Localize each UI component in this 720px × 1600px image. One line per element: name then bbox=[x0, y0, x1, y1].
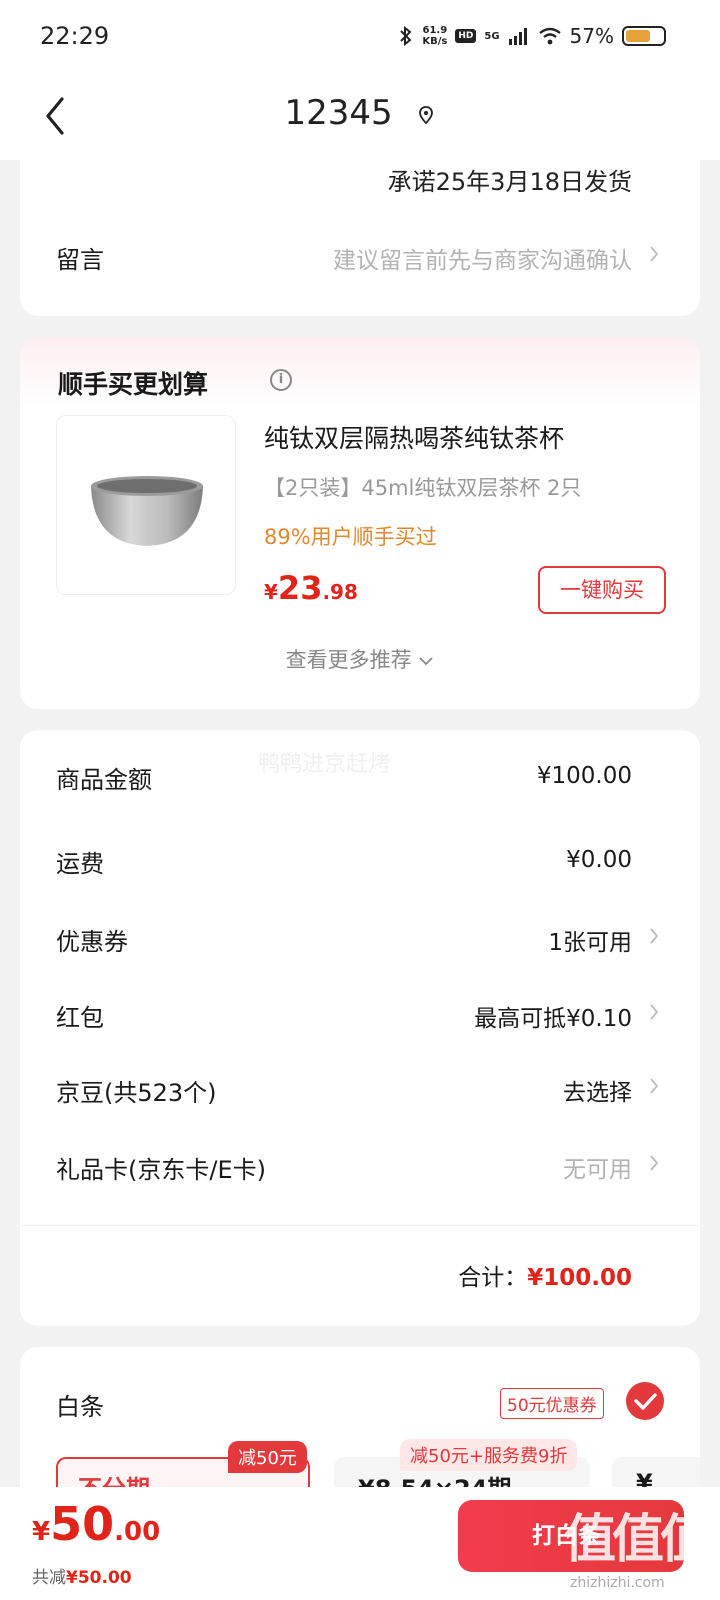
status-time: 22:29 bbox=[40, 22, 110, 50]
red-packet-value: 最高可抵¥0.10 bbox=[474, 1006, 632, 1032]
network-type: 5G bbox=[484, 30, 500, 42]
more-recommend-link[interactable]: 查看更多推荐 bbox=[20, 644, 700, 674]
bluetooth-icon bbox=[400, 25, 412, 47]
saving-value: ¥50.00 bbox=[66, 1568, 132, 1588]
signal-icon bbox=[508, 28, 527, 45]
baitiao-card: 白条 50元优惠券 减50元 不分期 减50元+服务费9折 ¥8.54×24期 … bbox=[20, 1347, 700, 1507]
pay-currency: ¥ bbox=[32, 1517, 51, 1547]
pay-decimal: .00 bbox=[114, 1517, 161, 1547]
shipping-value: ¥0.00 bbox=[566, 847, 632, 873]
watermark-logo: 值值值 bbox=[564, 1510, 712, 1570]
goods-amount-value: ¥100.00 bbox=[536, 763, 632, 789]
price-integer: 23 bbox=[277, 569, 323, 607]
watermark: 鸭鸭进京赶烤 bbox=[258, 752, 391, 777]
more-recommend-label: 查看更多推荐 bbox=[285, 648, 412, 672]
product-spec: 【2只装】45ml纯钛双层茶杯 2只 bbox=[264, 476, 582, 500]
price-summary-card: 鸭鸭进京赶烤 商品金额 ¥100.00 运费 ¥0.00 优惠券 1张可用 红包… bbox=[20, 730, 700, 1326]
battery-percent: 57% bbox=[569, 24, 614, 48]
message-label: 留言 bbox=[56, 246, 104, 274]
chevron-right-icon bbox=[648, 1153, 660, 1173]
hd-icon: HD bbox=[455, 29, 477, 43]
jd-beans-label: 京豆(共523个) bbox=[56, 1079, 217, 1107]
network-speed-value: 61.9 bbox=[422, 25, 448, 36]
message-input[interactable]: 建议留言前先与商家沟通确认 bbox=[333, 241, 632, 275]
divider bbox=[20, 1225, 700, 1226]
order-total: 合计：¥100.00 bbox=[458, 1258, 632, 1292]
jd-beans-value: 去选择 bbox=[563, 1080, 632, 1106]
gift-card-value: 无可用 bbox=[563, 1157, 632, 1183]
address-title: 12345 bbox=[284, 93, 393, 133]
page-title[interactable]: 12345 bbox=[0, 93, 720, 133]
goods-amount-label: 商品金额 bbox=[56, 766, 152, 794]
battery-icon bbox=[622, 26, 666, 46]
chevron-right-icon bbox=[648, 926, 660, 946]
red-packet-label: 红包 bbox=[56, 1004, 104, 1032]
wifi-icon bbox=[538, 27, 561, 45]
coupon-value: 1张可用 bbox=[548, 930, 632, 956]
chevron-right-icon bbox=[648, 244, 660, 264]
status-icons: 61.9 KB/s HD 5G 57% bbox=[398, 24, 666, 48]
chevron-right-icon bbox=[648, 1002, 660, 1022]
network-speed: 61.9 KB/s bbox=[422, 25, 447, 47]
bought-rate: 89%用户顺手买过 bbox=[264, 525, 437, 549]
pay-amount: ¥50.00 bbox=[32, 1497, 160, 1551]
price-decimal: .98 bbox=[322, 580, 358, 604]
total-label: 合计： bbox=[458, 1265, 528, 1291]
status-bar: 22:29 61.9 KB/s HD 5G 57% bbox=[0, 0, 720, 75]
info-icon[interactable]: i bbox=[270, 369, 292, 391]
saving-label: 共减 bbox=[32, 1568, 66, 1588]
gift-card-label: 礼品卡(京东卡/E卡) bbox=[56, 1156, 266, 1184]
tea-cup-image bbox=[91, 476, 203, 546]
network-speed-unit: KB/s bbox=[422, 36, 448, 47]
plan1-discount-tag: 减50元 bbox=[228, 1441, 307, 1473]
check-circle-icon[interactable] bbox=[626, 1382, 664, 1420]
total-value: ¥100.00 bbox=[527, 1265, 632, 1291]
plan2-discount-tag: 减50元+服务费9折 bbox=[400, 1439, 578, 1471]
coupon-label: 优惠券 bbox=[56, 928, 128, 956]
product-name[interactable]: 纯钛双层隔热喝茶纯钛茶杯 bbox=[264, 419, 564, 455]
chevron-right-icon bbox=[648, 1076, 660, 1096]
shipping-label: 运费 bbox=[56, 850, 104, 878]
delivery-promise: 承诺25年3月18日发货 bbox=[387, 168, 632, 196]
price-currency: ¥ bbox=[264, 580, 278, 604]
chevron-down-icon bbox=[419, 657, 433, 666]
baitiao-coupon-tag[interactable]: 50元优惠券 bbox=[500, 1388, 604, 1419]
total-saving: 共减¥50.00 bbox=[32, 1563, 132, 1588]
pay-integer: 50 bbox=[50, 1497, 115, 1551]
product-price: ¥23.98 bbox=[264, 569, 358, 607]
product-image[interactable] bbox=[56, 415, 236, 595]
checkout-bar: ¥50.00 共减¥50.00 打白条 值值值 zhizhizhi.com bbox=[0, 1487, 720, 1600]
baitiao-label: 白条 bbox=[56, 1393, 104, 1421]
delivery-card: 承诺25年3月18日发货 留言 建议留言前先与商家沟通确认 bbox=[20, 140, 700, 316]
one-click-buy-button[interactable]: 一键购买 bbox=[538, 566, 666, 614]
location-pin-icon bbox=[419, 105, 434, 124]
recommend-card: 顺手买更划算 i 纯钛双层隔热喝茶纯钛茶杯 【2只装】45ml纯钛双层茶杯 2只… bbox=[20, 337, 700, 709]
watermark-url: zhizhizhi.com bbox=[570, 1575, 665, 1591]
recommend-title: 顺手买更划算 bbox=[58, 370, 209, 399]
